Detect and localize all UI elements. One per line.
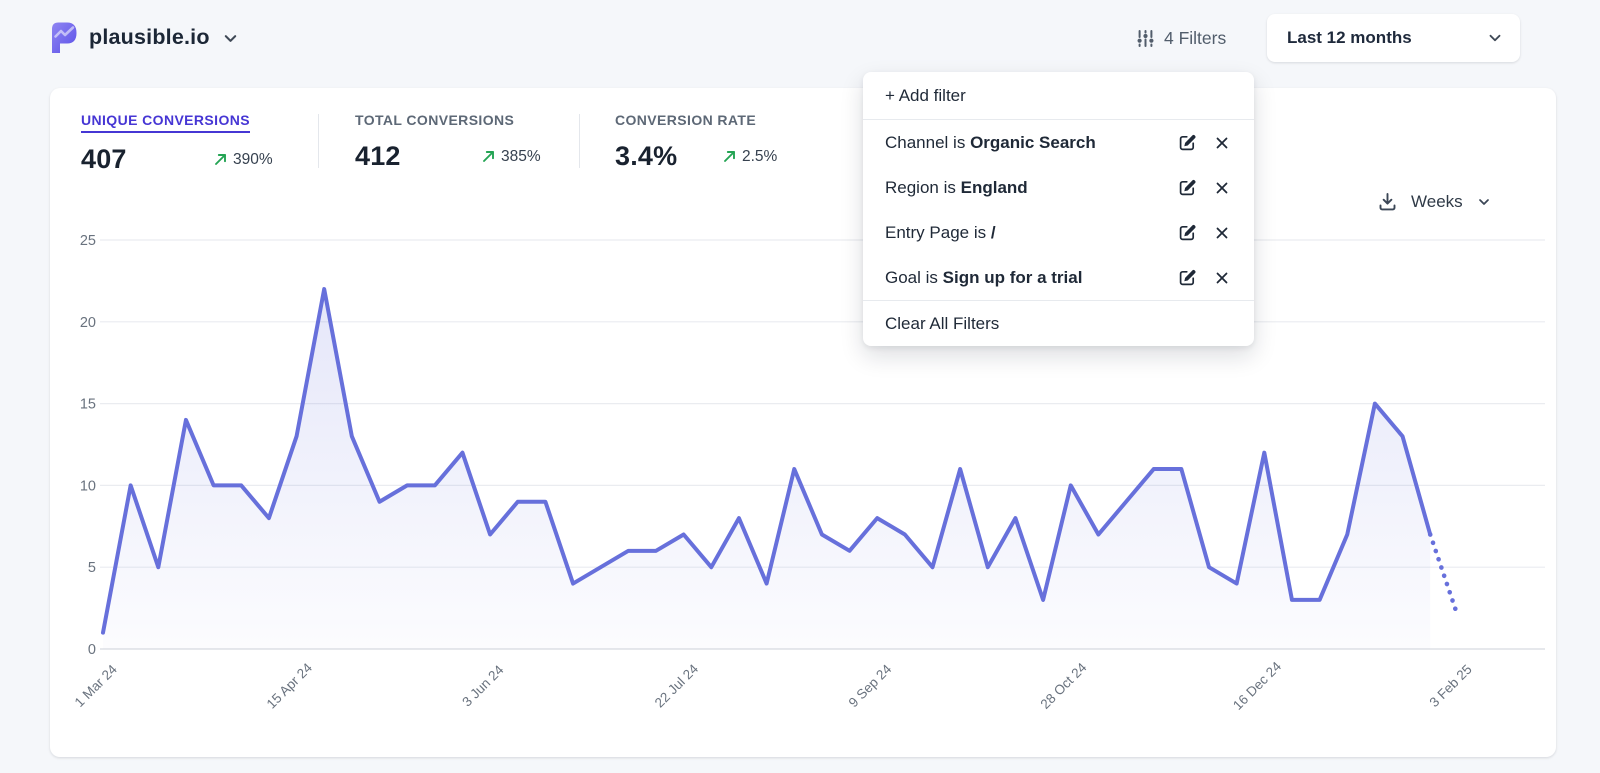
stat-value: 407 [81,144,213,175]
remove-filter-icon[interactable] [1214,225,1230,241]
x-axis-label: 15 Apr 24 [264,660,316,712]
remove-filter-icon[interactable] [1214,270,1230,286]
clear-all-filters-label: Clear All Filters [885,314,999,334]
chevron-down-icon [1476,194,1492,210]
chevron-down-icon [221,29,240,48]
filter-row-region[interactable]: Region is England [863,165,1254,210]
stat-label: CONVERSION RATE [615,112,756,128]
filter-row-entry[interactable]: Entry Page is / [863,210,1254,255]
stat-change-value: 390% [233,151,273,169]
filter-text: Channel is Organic Search [885,133,1096,153]
plausible-logo-icon [48,20,78,54]
add-filter-button[interactable]: + Add filter [863,72,1254,119]
arrow-up-right-icon [722,149,737,164]
stat-total-conversions[interactable]: TOTAL CONVERSIONS 412 385% [355,112,541,172]
x-axis-label: 9 Sep 24 [846,661,895,710]
plausible-dashboard: plausible.io 4 Filters [0,0,1600,773]
arrow-up-right-icon [481,149,496,164]
analytics-card: UNIQUE CONVERSIONS 407 390% TOTAL CONVERSIO… [50,88,1556,757]
x-axis-label: 16 Dec 24 [1230,658,1284,712]
filters-toggle-button[interactable]: 4 Filters [1136,20,1226,56]
interval-label: Weeks [1411,192,1463,212]
filter-text: Goal is Sign up for a trial [885,268,1082,288]
arrow-up-right-icon [213,152,228,167]
stats-row: UNIQUE CONVERSIONS 407 390% TOTAL CONVERSIO… [50,88,1556,188]
chart-line-dotted-tail [1430,534,1458,616]
add-filter-label: + Add filter [885,86,966,106]
divider [318,114,319,168]
edit-filter-icon[interactable] [1178,223,1197,242]
stat-conversion-rate[interactable]: CONVERSION RATE 3.4% 2.5% [615,112,777,172]
y-axis-label: 0 [88,642,96,658]
conversions-chart: 0 5 10 15 20 25 1 Mar 24 15 Apr 24 3 Jun 24 22 Ju… [72,228,1554,740]
x-axis-label: 3 Jun 24 [459,662,507,710]
stat-value: 3.4% [615,141,722,172]
filter-text: Region is England [885,178,1028,198]
stat-label: TOTAL CONVERSIONS [355,112,514,128]
adjustments-icon [1136,29,1155,48]
y-axis-label: 5 [88,560,96,576]
top-bar: plausible.io 4 Filters [0,0,1600,76]
download-icon[interactable] [1377,191,1398,212]
divider [579,114,580,168]
stat-change-value: 385% [501,148,541,166]
chevron-down-icon [1486,29,1504,47]
filters-count-label: 4 Filters [1164,28,1226,49]
filter-row-channel[interactable]: Channel is Organic Search [863,120,1254,165]
stat-label: UNIQUE CONVERSIONS [81,112,250,133]
filter-text: Entry Page is / [885,223,996,243]
y-axis-label: 10 [80,478,96,494]
filter-rows: Channel is Organic Search Region is Engla… [863,120,1254,300]
stat-unique-conversions[interactable]: UNIQUE CONVERSIONS 407 390% [81,112,273,175]
date-range-label: Last 12 months [1287,28,1412,48]
interval-selector[interactable]: Weeks [1377,191,1492,212]
edit-filter-icon[interactable] [1178,133,1197,152]
x-axis-label: 1 Mar 24 [72,661,120,710]
date-range-picker[interactable]: Last 12 months [1267,14,1520,62]
y-axis-label: 25 [80,233,96,249]
x-axis-label: 3 Feb 25 [1427,662,1475,710]
x-axis-label: 22 Jul 24 [652,661,702,711]
edit-filter-icon[interactable] [1178,178,1197,197]
filter-row-goal[interactable]: Goal is Sign up for a trial [863,255,1254,300]
stat-value: 412 [355,141,481,172]
remove-filter-icon[interactable] [1214,135,1230,151]
site-switcher[interactable]: plausible.io [48,20,240,54]
clear-all-filters-button[interactable]: Clear All Filters [863,301,1254,346]
edit-filter-icon[interactable] [1178,268,1197,287]
stat-change-value: 2.5% [742,148,777,166]
remove-filter-icon[interactable] [1214,180,1230,196]
y-axis-label: 20 [80,315,96,331]
x-axis-label: 28 Oct 24 [1038,659,1090,711]
site-name: plausible.io [89,25,210,50]
y-axis-label: 15 [80,397,96,413]
filter-panel: + Add filter Channel is Organic Search Re… [863,72,1254,346]
